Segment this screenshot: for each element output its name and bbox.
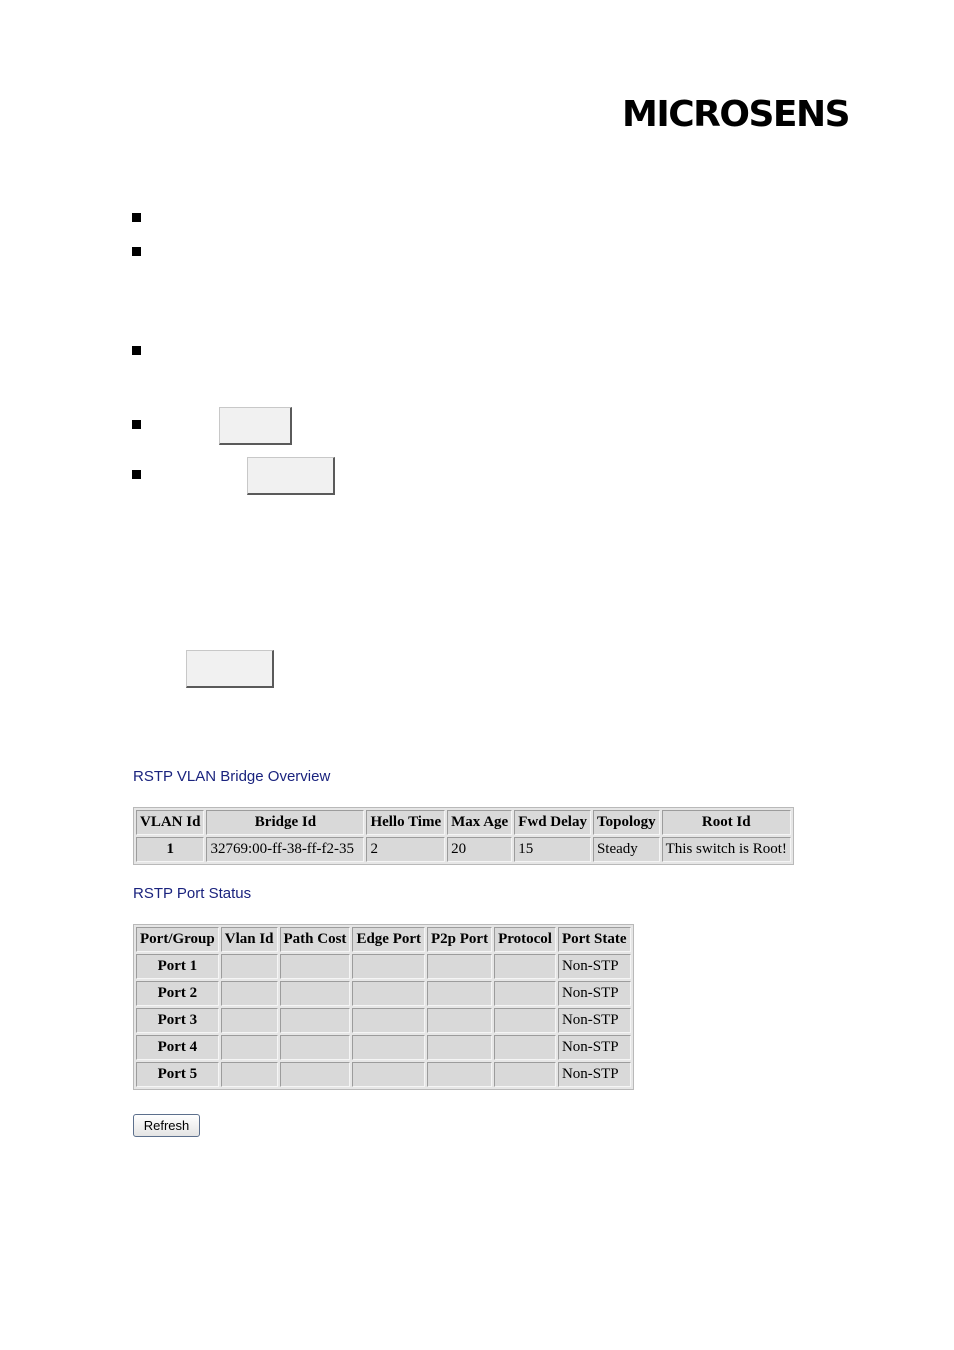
port-cell: Port 3 (136, 1008, 219, 1033)
port-state-cell: Non-STP (557, 1062, 631, 1087)
column-header: Vlan Id (220, 927, 278, 952)
bullet-2 (132, 247, 141, 256)
microsens-logo: MICROSENS (622, 94, 851, 135)
column-header: Edge Port (352, 927, 426, 952)
port-state-cell: Non-STP (557, 981, 631, 1006)
table-header-row: VLAN Id Bridge Id Hello Time Max Age Fwd… (136, 810, 791, 835)
vlan-id-cell (220, 981, 278, 1006)
button-image-2 (247, 457, 335, 495)
bridge-overview-title: RSTP VLAN Bridge Overview (133, 768, 331, 785)
vlan-id-cell (220, 1035, 278, 1060)
port-cell: Port 4 (136, 1035, 219, 1060)
port-status-title: RSTP Port Status (133, 885, 252, 902)
button-image-1 (219, 407, 292, 445)
port-state-cell: Non-STP (557, 954, 631, 979)
table-row: 1 32769:00-ff-38-ff-f2-35 2 20 15 Steady… (136, 837, 791, 862)
table-header-row: Port/Group Vlan Id Path Cost Edge Port P… (136, 927, 631, 952)
root-id-cell: This switch is Root! (661, 837, 791, 862)
fwd-delay-cell: 15 (514, 837, 591, 862)
p2p-port-cell (427, 1062, 493, 1087)
edge-port-cell (352, 981, 426, 1006)
protocol-cell (494, 1008, 556, 1033)
column-header: Max Age (447, 810, 513, 835)
bridge-id-cell: 32769:00-ff-38-ff-f2-35 (206, 837, 365, 862)
port-state-cell: Non-STP (557, 1035, 631, 1060)
column-header: Port State (557, 927, 631, 952)
vlan-id-cell (220, 1062, 278, 1087)
column-header: P2p Port (427, 927, 493, 952)
bullet-3 (132, 346, 141, 355)
column-header: Root Id (661, 810, 791, 835)
p2p-port-cell (427, 1035, 493, 1060)
column-header: Protocol (494, 927, 556, 952)
path-cost-cell (279, 954, 351, 979)
path-cost-cell (279, 1062, 351, 1087)
p2p-port-cell (427, 954, 493, 979)
table-row: Port 2 Non-STP (136, 981, 631, 1006)
port-cell: Port 2 (136, 981, 219, 1006)
port-cell: Port 5 (136, 1062, 219, 1087)
path-cost-cell (279, 981, 351, 1006)
table-row: Port 1 Non-STP (136, 954, 631, 979)
path-cost-cell (279, 1035, 351, 1060)
vlan-id-cell (220, 1008, 278, 1033)
button-image-3 (186, 650, 274, 688)
table-row: Port 5 Non-STP (136, 1062, 631, 1087)
refresh-button[interactable]: Refresh (133, 1114, 200, 1137)
port-state-cell: Non-STP (557, 1008, 631, 1033)
vlan-id-cell (220, 954, 278, 979)
path-cost-cell (279, 1008, 351, 1033)
protocol-cell (494, 1062, 556, 1087)
hello-time-cell: 2 (366, 837, 446, 862)
bullet-5 (132, 470, 141, 479)
edge-port-cell (352, 1008, 426, 1033)
bullet-1 (132, 213, 141, 222)
table-row: Port 4 Non-STP (136, 1035, 631, 1060)
port-cell: Port 1 (136, 954, 219, 979)
column-header: Fwd Delay (514, 810, 591, 835)
protocol-cell (494, 954, 556, 979)
max-age-cell: 20 (447, 837, 513, 862)
protocol-cell (494, 981, 556, 1006)
port-status-table: Port/Group Vlan Id Path Cost Edge Port P… (133, 924, 634, 1090)
p2p-port-cell (427, 1008, 493, 1033)
bullet-4 (132, 420, 141, 429)
column-header: Bridge Id (206, 810, 365, 835)
column-header: Path Cost (279, 927, 351, 952)
edge-port-cell (352, 954, 426, 979)
edge-port-cell (352, 1062, 426, 1087)
column-header: Port/Group (136, 927, 219, 952)
p2p-port-cell (427, 981, 493, 1006)
table-row: Port 3 Non-STP (136, 1008, 631, 1033)
vlan-id-cell: 1 (136, 837, 205, 862)
column-header: Hello Time (366, 810, 446, 835)
topology-cell: Steady (592, 837, 660, 862)
protocol-cell (494, 1035, 556, 1060)
edge-port-cell (352, 1035, 426, 1060)
bridge-overview-table: VLAN Id Bridge Id Hello Time Max Age Fwd… (133, 807, 794, 865)
column-header: Topology (592, 810, 660, 835)
column-header: VLAN Id (136, 810, 205, 835)
